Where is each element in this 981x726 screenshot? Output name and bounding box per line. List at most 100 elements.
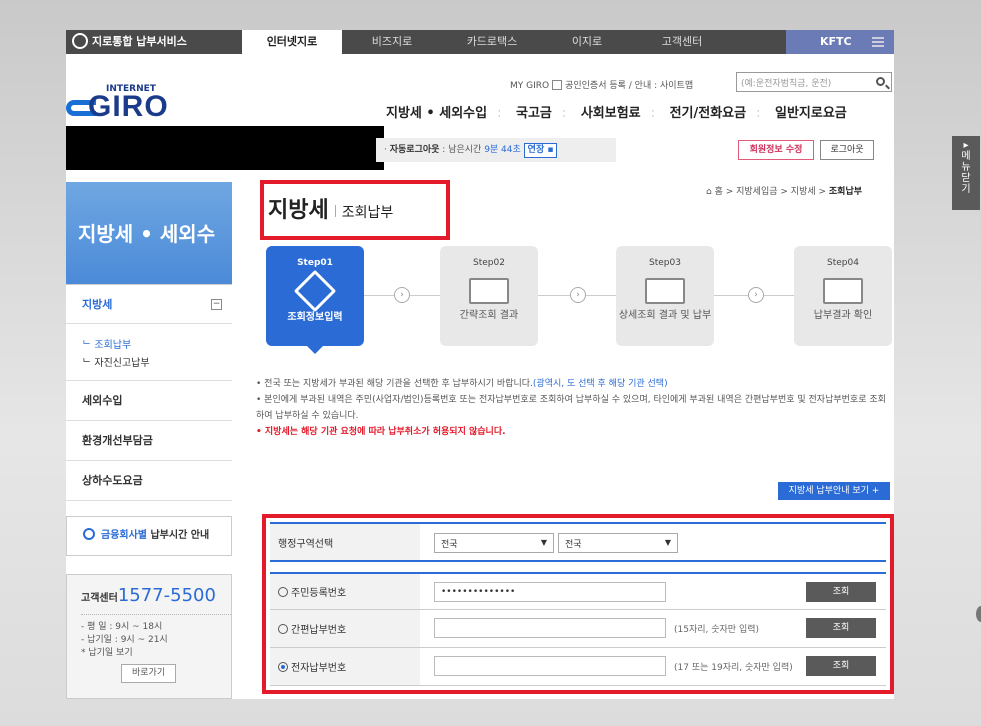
region-select-1[interactable]: 전국 ▼ (434, 533, 554, 553)
globe-icon (72, 33, 88, 49)
center-phone: 1577-5500 (117, 585, 216, 606)
title-main: 지방세 (268, 198, 329, 223)
resident-id-label-cell: 주민등록번호 (270, 574, 420, 609)
chevron-down-icon: ▼ (664, 538, 671, 547)
redacted-user-info (66, 126, 384, 170)
radio-simple-number[interactable] (278, 623, 288, 634)
step-label: 상세조회 결과 및 납부 (618, 310, 712, 321)
go-button[interactable]: 바로가기 (121, 664, 177, 683)
step-num: Step01 (297, 258, 333, 268)
region-select-2[interactable]: 전국 ▼ (558, 533, 678, 553)
query-form: 행정구역선택 전국 ▼ 전국 ▼ 주민등록번호 •••••••••••••• 조회 … (262, 514, 894, 694)
sidebar-item-non-tax[interactable]: 세외수입 (66, 381, 232, 421)
elec-hint: (17 또는 19자리, 숫자만 입력) (674, 663, 793, 673)
step-1: Step01 조회정보입력 (266, 246, 364, 354)
tab-easy-giro[interactable]: 이지로 (542, 30, 632, 54)
sidebar: 지방세 • 세외수 지방세 − ᄂ 조회납부 ᄂ 자진신고납부 세외수입 환경개선… (66, 182, 232, 501)
gnav-national[interactable]: 국고금 (516, 106, 552, 121)
monitor-check-icon (469, 278, 509, 304)
sidebar-item-env-charge[interactable]: 환경개선부담금 (66, 421, 232, 461)
kftc-label: KFTC (820, 35, 852, 48)
my-giro-link[interactable]: MY GIRO (510, 81, 549, 91)
pay-time-label: 납부시간 안내 (150, 530, 210, 541)
top-service-bar: 지로통합 납부서비스 인터넷지로 비즈지로 카드로택스 이지로 고객센터 KFT… (66, 30, 894, 54)
radio-elec-number[interactable] (278, 661, 288, 672)
edit-member-button[interactable]: 회원정보 수정 (738, 140, 814, 160)
query-button-elec[interactable]: 조회 (806, 656, 876, 676)
util-links-text[interactable]: 공인인증서 등록 / 안내 : 사이트맵 (565, 81, 693, 91)
tab-internet-giro[interactable]: 인터넷지로 (242, 30, 342, 54)
gnav-general[interactable]: 일반지로요금 (775, 106, 847, 121)
extend-button[interactable]: 연장 ▪ (523, 143, 558, 158)
hours-weekday: - 평 일 : 9시 ~ 18시 (81, 622, 163, 632)
hamburger-icon (872, 37, 884, 47)
search-input[interactable]: (예:운전자범칙금, 운전) (736, 72, 892, 92)
row-resident-id: 주민등록번호 •••••••••••••• 조회 (270, 572, 886, 610)
pay-time-link[interactable]: 금융회사별 납부시간 안내 (66, 516, 232, 556)
dropdown-toggle-icon[interactable] (552, 80, 563, 90)
payment-guide-button[interactable]: 지방세 납부안내 보기 + (778, 482, 890, 500)
search-icon[interactable] (876, 77, 885, 86)
page-title: 지방세 조회납부 (260, 180, 450, 240)
breadcrumb-home[interactable]: 홈 (715, 187, 723, 197)
notice-list: • 전국 또는 지방세가 부과된 해당 기관을 선택한 후 납부하시기 바랍니다… (256, 376, 892, 440)
simple-number-input[interactable] (434, 618, 666, 638)
chevron-right-icon: › (394, 287, 410, 303)
logout-button[interactable]: 로그아웃 (820, 140, 874, 160)
query-button-simple[interactable]: 조회 (806, 618, 876, 638)
breadcrumb-current: 조회납부 (828, 187, 863, 197)
collapse-icon[interactable]: − (211, 299, 222, 310)
chevron-down-icon: ▼ (540, 538, 547, 547)
step-4: Step04 납부결과 확인 (794, 246, 892, 346)
session-bar: · 자동로그아웃 : 남은시간 9분 44초 연장 ▪ (376, 138, 616, 162)
notice-1-blue: (광역시, 도 선택 후 해당 기관 선택) (532, 379, 668, 389)
chevron-right-icon: › (570, 287, 586, 303)
giro-logo[interactable]: INTERNET GIRO (66, 84, 176, 124)
logo-big-text: GIRO (88, 90, 169, 123)
gnav-local-tax[interactable]: 지방세 • 세외수입 (386, 106, 487, 121)
query-button-resident[interactable]: 조회 (806, 582, 876, 602)
notice-3: • 지방세는 해당 기관 요청에 따라 납부취소가 허용되지 않습니다. (256, 427, 506, 437)
gnav-utility[interactable]: 전기/전화요금 (670, 106, 747, 121)
global-nav: 지방세 • 세외수입: 국고금: 사회보험료: 전기/전화요금: 일반지로요금 (386, 106, 847, 121)
radio-resident-id[interactable] (278, 586, 288, 597)
remaining-prefix: : 남은시간 (442, 145, 482, 155)
simple-label: 간편납부번호 (291, 625, 347, 636)
breadcrumb: ⌂ 홈 > 지방세입금 > 지방세 > 조회납부 (706, 187, 863, 197)
sidebar-sub-self-report[interactable]: ᄂ 자진신고납부 (82, 354, 232, 369)
auto-logout-label: 자동로그아웃 (389, 145, 440, 155)
gnav-insurance[interactable]: 사회보험료 (581, 106, 641, 121)
pay-time-prefix: 금융회사별 (101, 530, 147, 541)
search-placeholder: (예:운전자범칙금, 운전) (741, 79, 832, 89)
notice-1: • 전국 또는 지방세가 부과된 해당 기관을 선택한 후 납부하시기 바랍니다… (256, 376, 892, 392)
row-elec-number: 전자납부번호 (17 또는 19자리, 숫자만 입력) 조회 (270, 648, 886, 686)
scroll-knob[interactable] (976, 606, 981, 622)
customer-center-box: 고객센터1577-5500 - 평 일 : 9시 ~ 18시 - 납기일 : 9… (66, 574, 232, 699)
step-label: 납부결과 확인 (813, 310, 873, 321)
sidebar-item-water[interactable]: 상하수도요금 (66, 461, 232, 501)
keyboard-icon (293, 269, 337, 313)
title-sub: 조회납부 (341, 205, 394, 221)
tab-card-tax[interactable]: 카드로택스 (442, 30, 542, 54)
simple-label-cell: 간편납부번호 (270, 610, 420, 647)
service-home-link[interactable]: 지로통합 납부서비스 (66, 30, 242, 54)
resident-id-label: 주민등록번호 (291, 588, 347, 599)
kftc-menu[interactable]: KFTC (786, 30, 894, 54)
region-select-2-value: 전국 (565, 540, 582, 550)
resident-id-input[interactable]: •••••••••••••• (434, 582, 666, 602)
sidebar-sub-query-pay[interactable]: ᄂ 조회납부 (82, 336, 232, 351)
elec-number-input[interactable] (434, 656, 666, 676)
sidebar-section-label: 지방세 (82, 298, 113, 311)
tab-customer-center[interactable]: 고객센터 (632, 30, 732, 54)
region-select-1-value: 전국 (441, 540, 458, 550)
extend-label: 연장 (527, 145, 545, 155)
utility-links: MY GIRO 공인인증서 등록 / 안내 : 사이트맵 (510, 78, 693, 91)
menu-close-label: 메뉴닫기 (961, 151, 971, 195)
sidebar-item-local-tax[interactable]: 지방세 − (66, 284, 232, 324)
menu-close-button[interactable]: ▸ 메뉴닫기 (952, 136, 980, 210)
region-label: 행정구역선택 (270, 524, 420, 560)
row-simple-number: 간편납부번호 (15자리, 숫자만 입력) 조회 (270, 610, 886, 648)
tab-biz-giro[interactable]: 비즈지로 (342, 30, 442, 54)
notice-2: • 본인에게 부과된 내역은 주민(사업자/법인)등록번호 또는 전자납부번호로… (256, 395, 886, 421)
page-content: INTERNET GIRO MY GIRO 공인인증서 등록 / 안내 : 사이트… (66, 54, 894, 699)
